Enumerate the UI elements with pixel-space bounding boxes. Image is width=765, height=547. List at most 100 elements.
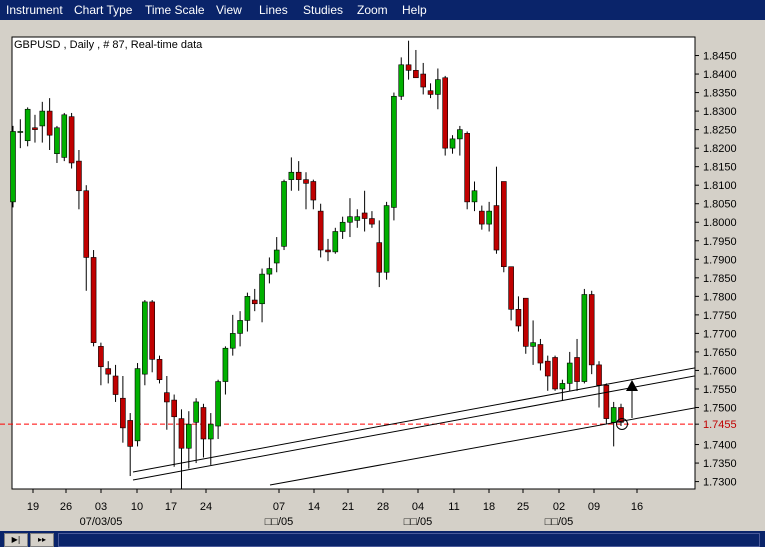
candle-down[interactable] — [83, 190, 90, 258]
candle-up[interactable] — [61, 114, 68, 158]
candle-up[interactable] — [273, 249, 280, 264]
candle-down[interactable] — [464, 133, 470, 203]
candle-up[interactable] — [39, 110, 46, 127]
candle-down[interactable] — [442, 77, 448, 149]
candle-up[interactable] — [391, 95, 397, 208]
candle-down[interactable] — [68, 116, 75, 164]
candle-down[interactable] — [361, 212, 368, 219]
candle-up[interactable] — [383, 205, 390, 273]
candle-up[interactable] — [435, 79, 441, 95]
candle-up[interactable] — [10, 131, 16, 203]
candle-up[interactable] — [215, 381, 221, 427]
candle-down[interactable] — [200, 407, 207, 440]
menu-chart-type[interactable]: Chart Type — [74, 0, 132, 20]
candle-up[interactable] — [281, 181, 287, 247]
menu-instrument[interactable]: Instrument — [6, 0, 63, 20]
candle-down[interactable] — [544, 360, 551, 377]
candle-up[interactable] — [530, 342, 536, 347]
menu-time-scale[interactable]: Time Scale — [145, 0, 205, 20]
candle-down[interactable] — [310, 181, 317, 201]
candle-down[interactable] — [537, 344, 544, 364]
candlestick-chart[interactable]: 1.8450 1.8400 1.8350 1.8300 1.8250 1.8200 1.81… — [0, 20, 765, 531]
candle-up[interactable] — [486, 210, 492, 225]
candle-up[interactable] — [266, 268, 273, 275]
candle-up[interactable] — [142, 301, 148, 375]
menu-help[interactable]: Help — [402, 0, 427, 20]
candle-down[interactable] — [522, 297, 529, 347]
candle-down[interactable] — [369, 218, 375, 225]
candle-down[interactable] — [376, 242, 383, 273]
candle-up[interactable] — [186, 423, 192, 449]
candle-up[interactable] — [229, 333, 236, 349]
candle-down[interactable] — [178, 418, 185, 449]
candle-down[interactable] — [98, 346, 104, 368]
menu-lines[interactable]: Lines — [259, 0, 288, 20]
candle-up[interactable] — [288, 171, 295, 180]
candle-down[interactable] — [427, 90, 434, 95]
candle-down[interactable] — [479, 210, 485, 225]
y-tick-label: 1.7850 — [703, 273, 737, 285]
candle-down[interactable] — [127, 420, 134, 447]
candle-down[interactable] — [596, 364, 602, 386]
candle-down[interactable] — [574, 357, 580, 382]
candle-up[interactable] — [332, 231, 339, 253]
candle-down[interactable] — [413, 70, 419, 79]
candle-down[interactable] — [588, 294, 595, 366]
candle-down[interactable] — [171, 399, 177, 418]
candle-up[interactable] — [354, 216, 361, 221]
candle-down[interactable] — [508, 266, 514, 310]
y-tick-label: 1.8000 — [703, 217, 737, 229]
candle-down[interactable] — [317, 210, 324, 251]
candle-down[interactable] — [500, 181, 507, 268]
candle-down[interactable] — [420, 73, 427, 88]
candle-down[interactable] — [251, 299, 258, 305]
candle-down[interactable] — [515, 309, 522, 327]
candle-up[interactable] — [339, 221, 346, 232]
candle-up[interactable] — [610, 407, 617, 423]
candle-up[interactable] — [244, 296, 251, 321]
first-record-icon[interactable]: ▶| — [4, 533, 28, 547]
candle-up[interactable] — [237, 320, 243, 334]
candle-down[interactable] — [325, 249, 331, 253]
candle-down[interactable] — [493, 205, 500, 251]
candle-up[interactable] — [449, 138, 456, 149]
candle-down[interactable] — [303, 179, 309, 184]
candle-up[interactable] — [559, 383, 566, 390]
candle-up[interactable] — [207, 423, 214, 440]
candle-down[interactable] — [552, 357, 558, 390]
candle-up[interactable] — [222, 347, 229, 382]
candle-up[interactable] — [581, 294, 588, 382]
candle-down[interactable] — [32, 127, 38, 130]
candle-down[interactable] — [149, 301, 155, 360]
menu-zoom[interactable]: Zoom — [357, 0, 388, 20]
candle-down[interactable] — [112, 375, 119, 395]
candle-up[interactable] — [24, 108, 31, 142]
candle-up[interactable] — [134, 368, 141, 442]
next-record-icon[interactable]: ▸▸ — [30, 533, 54, 547]
chart-title: GBPUSD , Daily , # 87, Real-time data — [14, 39, 203, 51]
y-tick-label: 1.7350 — [703, 458, 737, 470]
candle-up[interactable] — [347, 216, 353, 223]
menu-view[interactable]: View — [216, 0, 242, 20]
candle-up[interactable] — [54, 127, 60, 155]
candle-up[interactable] — [17, 131, 24, 133]
candle-down[interactable] — [76, 160, 82, 192]
candle-down[interactable] — [156, 359, 163, 381]
candle-down[interactable] — [295, 171, 302, 180]
candle-down[interactable] — [164, 392, 170, 403]
candle-down[interactable] — [618, 407, 624, 423]
candle-up[interactable] — [398, 64, 405, 97]
candle-down[interactable] — [46, 110, 53, 136]
candle-up[interactable] — [193, 401, 199, 423]
candle-down[interactable] — [120, 397, 126, 429]
candle-up[interactable] — [566, 362, 573, 384]
x-group-label: □□/05 — [265, 516, 294, 528]
candle-down[interactable] — [105, 368, 112, 375]
candle-down[interactable] — [90, 257, 97, 343]
candle-down[interactable] — [405, 64, 412, 71]
candle-up[interactable] — [457, 129, 463, 140]
candle-up[interactable] — [471, 190, 478, 203]
menu-studies[interactable]: Studies — [303, 0, 343, 20]
candle-down[interactable] — [603, 384, 610, 419]
candle-up[interactable] — [259, 273, 265, 305]
